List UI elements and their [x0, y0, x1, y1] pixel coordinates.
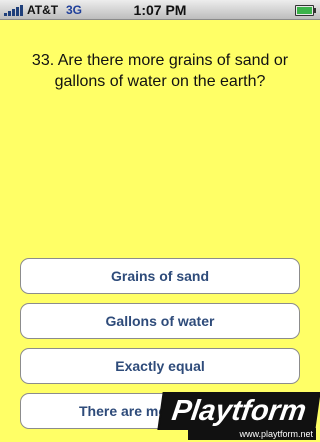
answer-label: Grains of sand — [110, 268, 210, 284]
answer-button-grains-of-sand[interactable]: Grains of sand — [20, 258, 300, 294]
watermark-logo: Playtform — [159, 394, 319, 428]
answer-label: There are mo — [79, 403, 167, 419]
watermark-url: www.playtform.net — [188, 428, 316, 440]
battery-icon — [295, 5, 316, 16]
status-bar: AT&T 3G 1:07 PM — [0, 0, 320, 20]
playtform-watermark: Playtform www.playtform.net — [158, 392, 320, 442]
status-time: 1:07 PM — [133, 2, 187, 18]
question-text: 33. Are there more grains of sand or gal… — [31, 52, 289, 90]
answer-label: Exactly equal — [115, 358, 205, 374]
answer-button-gallons-of-water[interactable]: Gallons of water — [20, 303, 300, 339]
answer-label: Gallons of water — [105, 313, 215, 329]
answer-button-exactly-equal[interactable]: Exactly equal — [20, 348, 300, 384]
